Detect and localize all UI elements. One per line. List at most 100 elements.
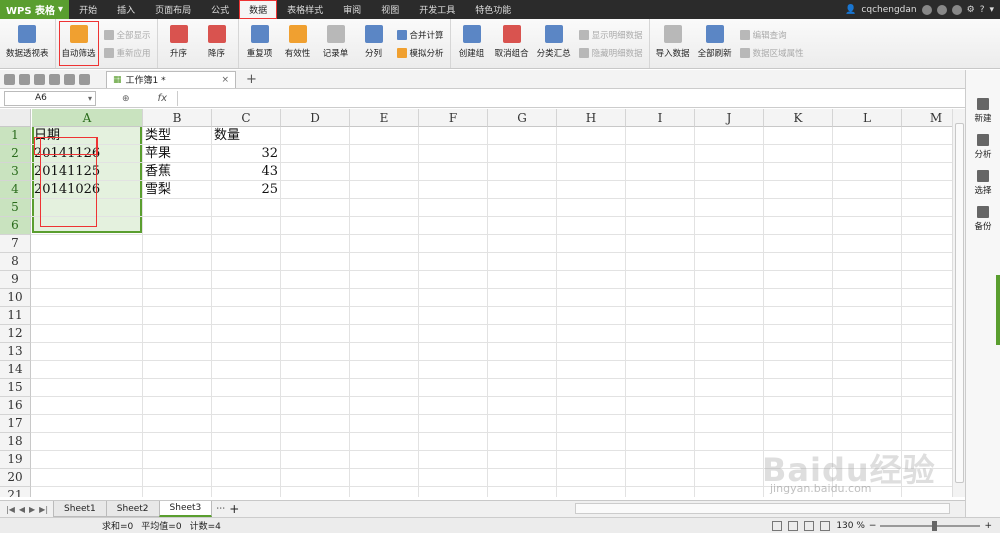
column-header-G[interactable]: G [488,109,557,127]
sheet-tab-sheet3[interactable]: Sheet3 [158,501,213,517]
column-header-H[interactable]: H [557,109,626,127]
row-header-10[interactable]: 10 [0,289,31,307]
menu-tab-0[interactable]: 开始 [69,0,107,19]
save-icon[interactable] [19,73,30,85]
menu-tab-7[interactable]: 视图 [371,0,409,19]
skin-icon[interactable] [921,4,932,15]
cell-B4[interactable]: 雪梨 [145,181,209,199]
page-view-icon[interactable] [788,520,799,531]
row-header-7[interactable]: 7 [0,235,31,253]
zoom-out-icon[interactable]: − [869,521,877,531]
edit-query-button[interactable]: 编辑查询 [739,29,804,41]
more-sheets-icon[interactable]: ⋯ [212,504,229,514]
row-header-1[interactable]: 1 [0,127,31,145]
spreadsheet-grid[interactable]: A B C D E F G H I J K L M 1 2 3 4 5 6 7 8 9 10 11 12 13 14 15 16 17 18… [0,109,952,497]
cell-C3[interactable]: 43 [214,163,278,181]
sheet-tab-sheet1[interactable]: Sheet1 [53,501,107,517]
zoom-slider-knob[interactable] [932,520,938,531]
column-header-F[interactable]: F [419,109,488,127]
fx-icon[interactable]: fx [158,93,167,104]
ungroup-button[interactable]: 取消组合 [492,21,532,66]
row-header-19[interactable]: 19 [0,451,31,469]
show-detail-button[interactable]: 显示明细数据 [578,29,643,41]
row-header-20[interactable]: 20 [0,469,31,487]
row-header-5[interactable]: 5 [0,199,31,217]
hide-detail-button[interactable]: 隐藏明细数据 [578,47,643,59]
prev-sheet-icon[interactable]: ◀ [19,505,25,514]
first-sheet-icon[interactable]: |◀ [6,505,15,514]
row-header-16[interactable]: 16 [0,397,31,415]
zoom-level[interactable]: 130 % [836,521,865,531]
shirt-icon[interactable] [951,4,962,15]
cell-C2[interactable]: 32 [214,145,278,163]
formula-input[interactable] [177,91,965,106]
horizontal-scrollbar[interactable] [575,503,950,514]
redo-icon[interactable] [79,73,90,85]
close-tab-icon[interactable]: × [221,75,229,85]
row-header-21[interactable]: 21 [0,487,31,497]
add-sheet-icon[interactable]: + [229,502,239,516]
menu-tab-9[interactable]: 特色功能 [465,0,521,19]
open-icon[interactable] [4,73,15,85]
settings-icon[interactable]: ⚙ [967,5,975,15]
column-header-C[interactable]: C [212,109,281,127]
import-data-button[interactable]: 导入数据 [653,21,693,66]
row-header-11[interactable]: 11 [0,307,31,325]
print-icon[interactable] [34,73,45,85]
zoom-in-icon[interactable]: + [984,521,992,531]
sort-asc-button[interactable]: 升序 [161,21,197,66]
range-props-button[interactable]: 数据区域属性 [739,47,804,59]
column-header-D[interactable]: D [281,109,350,127]
cell-B1[interactable]: 类型 [145,127,209,145]
side-collapse-handle[interactable] [996,275,1000,345]
side-panel-item-3[interactable]: 备份 [966,206,1000,232]
user-name[interactable]: cqchengdan [861,5,916,15]
split-column-button[interactable]: 分列 [356,21,392,66]
vertical-scrollbar[interactable] [952,109,965,497]
row-header-13[interactable]: 13 [0,343,31,361]
whatif-button[interactable]: 模拟分析 [396,47,444,59]
consolidate-button[interactable]: 合并计算 [396,29,444,41]
question-icon[interactable]: ? [980,5,985,15]
normal-view-icon[interactable] [772,520,783,531]
help-icon[interactable] [936,4,947,15]
menu-tab-1[interactable]: 插入 [107,0,145,19]
column-header-K[interactable]: K [764,109,833,127]
row-header-9[interactable]: 9 [0,271,31,289]
menu-tab-8[interactable]: 开发工具 [409,0,465,19]
sheet-tab-sheet2[interactable]: Sheet2 [105,501,160,517]
side-panel-item-0[interactable]: 新建 [966,98,1000,124]
zoom-formula-icon[interactable]: ⊕ [122,94,130,104]
zoom-slider[interactable] [880,520,981,531]
name-box[interactable]: A6 [4,91,96,106]
row-header-15[interactable]: 15 [0,379,31,397]
column-header-L[interactable]: L [833,109,902,127]
cell-C1[interactable]: 数量 [214,127,278,145]
column-header-J[interactable]: J [695,109,764,127]
row-header-3[interactable]: 3 [0,163,31,181]
column-header-I[interactable]: I [626,109,695,127]
document-tab[interactable]: ▦ 工作簿1 * × [106,70,236,88]
row-header-17[interactable]: 17 [0,415,31,433]
reading-mode-icon[interactable] [820,520,831,531]
last-sheet-icon[interactable]: ▶| [39,505,48,514]
side-panel-item-1[interactable]: 分析 [966,134,1000,160]
row-header-4[interactable]: 4 [0,181,31,199]
autofilter-button[interactable]: 自动筛选 [58,21,99,66]
row-header-2[interactable]: 2 [0,145,31,163]
menu-tab-3[interactable]: 公式 [201,0,239,19]
side-panel-item-2[interactable]: 选择 [966,170,1000,196]
cell-B2[interactable]: 苹果 [145,145,209,163]
row-header-8[interactable]: 8 [0,253,31,271]
column-header-M[interactable]: M [902,109,952,127]
menu-tab-2[interactable]: 页面布局 [145,0,201,19]
undo-icon[interactable] [64,73,75,85]
menu-tab-6[interactable]: 审阅 [333,0,371,19]
reapply-button[interactable]: 重新应用 [103,47,151,59]
column-header-E[interactable]: E [350,109,419,127]
new-tab-icon[interactable]: + [240,72,263,87]
validity-button[interactable]: 有效性 [280,21,316,66]
cell-B3[interactable]: 香蕉 [145,163,209,181]
menu-tab-4[interactable]: 数据 [239,0,278,19]
column-header-A[interactable]: A [32,109,143,127]
